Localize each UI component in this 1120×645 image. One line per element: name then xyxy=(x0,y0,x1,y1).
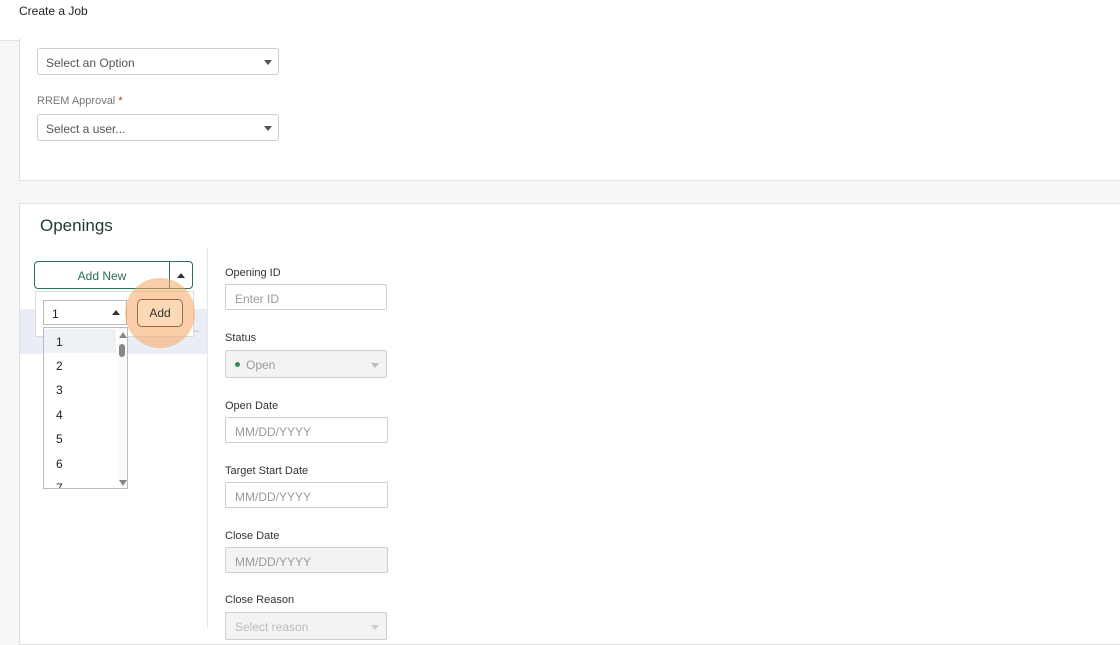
chevron-down-icon xyxy=(371,363,379,368)
close-reason-label: Close Reason xyxy=(225,594,295,606)
quantity-select[interactable]: 1 xyxy=(43,300,127,325)
quantity-option-label: 6 xyxy=(56,457,63,471)
close-reason-select: Select reason xyxy=(225,612,387,640)
close-reason-placeholder: Select reason xyxy=(235,620,309,634)
scroll-up-icon[interactable] xyxy=(119,332,127,338)
options-scrollbar[interactable] xyxy=(118,328,127,488)
target-start-date-label: Target Start Date xyxy=(225,465,309,477)
quantity-option[interactable]: 6 xyxy=(44,451,116,475)
approval-user-placeholder: Select a user... xyxy=(46,122,126,136)
openings-divider xyxy=(207,248,208,628)
open-date-input[interactable]: MM/DD/YYYY xyxy=(225,417,388,443)
chevron-up-icon xyxy=(112,310,120,315)
quantity-option-label: 3 xyxy=(56,383,63,397)
close-date-placeholder: MM/DD/YYYY xyxy=(235,555,312,569)
quantity-option[interactable]: 1 xyxy=(44,329,116,353)
quantity-option[interactable]: 2 xyxy=(44,353,116,377)
target-start-date-input[interactable]: MM/DD/YYYY xyxy=(225,482,388,508)
close-date-input: MM/DD/YYYY xyxy=(225,547,388,573)
target-start-date-placeholder: MM/DD/YYYY xyxy=(235,490,312,504)
quantity-option-label: 4 xyxy=(56,408,63,422)
quantity-option[interactable]: 5 xyxy=(44,426,116,450)
quantity-option-label: 2 xyxy=(56,359,63,373)
required-mark: * xyxy=(118,95,123,107)
opening-id-placeholder: Enter ID xyxy=(235,292,280,306)
add-openings-button[interactable]: Add xyxy=(137,299,183,327)
status-value: Open xyxy=(246,358,276,372)
top-bar: Create a Job xyxy=(0,0,1120,41)
approval-label-text: RREM Approval xyxy=(37,95,116,107)
job-details-card: Select an Option RREM Approval * Select … xyxy=(19,38,1120,181)
open-date-placeholder: MM/DD/YYYY xyxy=(235,425,312,439)
openings-title: Openings xyxy=(40,216,113,235)
quantity-option[interactable]: 4 xyxy=(44,402,116,426)
close-date-label: Close Date xyxy=(225,530,280,542)
status-select[interactable]: Open xyxy=(225,350,387,378)
quantity-options-list[interactable]: 1 2 3 4 5 6 7 xyxy=(43,327,128,489)
chevron-down-icon xyxy=(264,60,272,65)
scrollbar-thumb[interactable] xyxy=(119,344,125,357)
approval-label: RREM Approval * xyxy=(37,95,123,107)
status-dot-icon xyxy=(235,362,240,367)
opening-id-label: Opening ID xyxy=(225,267,281,279)
chevron-up-icon xyxy=(177,273,185,278)
option-select-value: Select an Option xyxy=(46,56,135,70)
quantity-option-label: 7 xyxy=(56,481,63,489)
quantity-option[interactable]: 3 xyxy=(44,377,116,401)
opening-id-input[interactable]: Enter ID xyxy=(225,284,387,310)
option-select[interactable]: Select an Option xyxy=(37,48,279,75)
quantity-option-label: 5 xyxy=(56,432,63,446)
quantity-value: 1 xyxy=(52,307,59,321)
quantity-option[interactable]: 7 xyxy=(44,475,116,489)
chevron-down-icon xyxy=(264,126,272,131)
open-date-label: Open Date xyxy=(225,400,279,412)
quantity-option-label: 1 xyxy=(56,335,63,349)
approval-user-select[interactable]: Select a user... xyxy=(37,114,279,141)
page-title: Create a Job xyxy=(19,4,88,18)
status-label: Status xyxy=(225,332,257,344)
scroll-down-icon[interactable] xyxy=(119,480,127,486)
